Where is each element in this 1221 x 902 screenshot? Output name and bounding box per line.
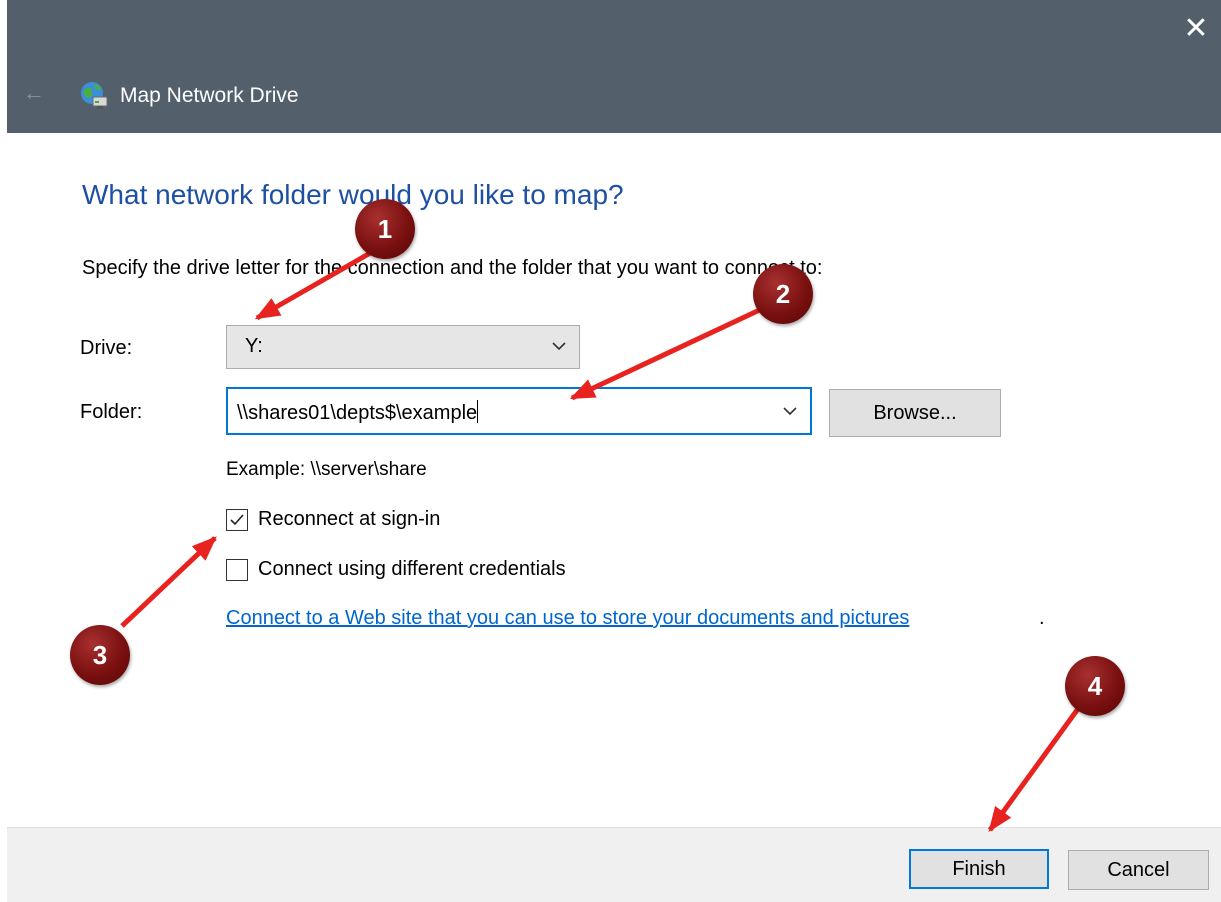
credentials-checkbox[interactable]	[226, 559, 248, 581]
text-caret	[477, 400, 479, 423]
dialog-footer: Finish Cancel	[7, 827, 1221, 902]
browse-button[interactable]: Browse...	[829, 389, 1001, 437]
chevron-down-icon[interactable]	[780, 401, 800, 421]
page-title: What network folder would you like to ma…	[82, 179, 624, 210]
web-site-link[interactable]: Connect to a Web site that you can use t…	[226, 607, 909, 630]
window-title: Map Network Drive	[120, 84, 299, 107]
link-suffix: .	[1039, 607, 1045, 629]
instruction-text: Specify the drive letter for the connect…	[82, 257, 823, 279]
annotation-badge-4: 4	[1065, 656, 1125, 716]
reconnect-checkbox[interactable]	[226, 509, 248, 531]
checkmark-icon	[230, 514, 244, 526]
close-button[interactable]: ✕	[1179, 12, 1213, 46]
cancel-button[interactable]: Cancel	[1068, 850, 1209, 890]
title-bar: ✕ ← Map Network Drive	[7, 0, 1221, 133]
reconnect-label[interactable]: Reconnect at sign-in	[258, 508, 440, 531]
folder-label: Folder:	[80, 401, 143, 423]
network-drive-icon	[79, 80, 109, 110]
example-text: Example: \\server\share	[226, 459, 427, 480]
annotation-badge-3: 3	[70, 625, 130, 685]
folder-value: \\shares01\depts$\example	[237, 402, 478, 424]
back-arrow-icon: ←	[23, 80, 45, 105]
annotation-badge-2: 2	[753, 264, 813, 324]
close-icon: ✕	[1183, 12, 1209, 45]
dialog-content: What network folder would you like to ma…	[0, 133, 1221, 827]
back-button[interactable]: ←	[21, 80, 47, 106]
annotation-badge-1: 1	[355, 199, 415, 259]
drive-value: Y:	[245, 335, 263, 357]
finish-button[interactable]: Finish	[909, 849, 1049, 889]
credentials-label[interactable]: Connect using different credentials	[258, 558, 566, 581]
drive-label: Drive:	[80, 337, 133, 359]
folder-input[interactable]: \\shares01\depts$\example	[226, 387, 812, 435]
chevron-down-icon	[552, 342, 566, 351]
drive-select[interactable]: Y:	[226, 325, 580, 369]
